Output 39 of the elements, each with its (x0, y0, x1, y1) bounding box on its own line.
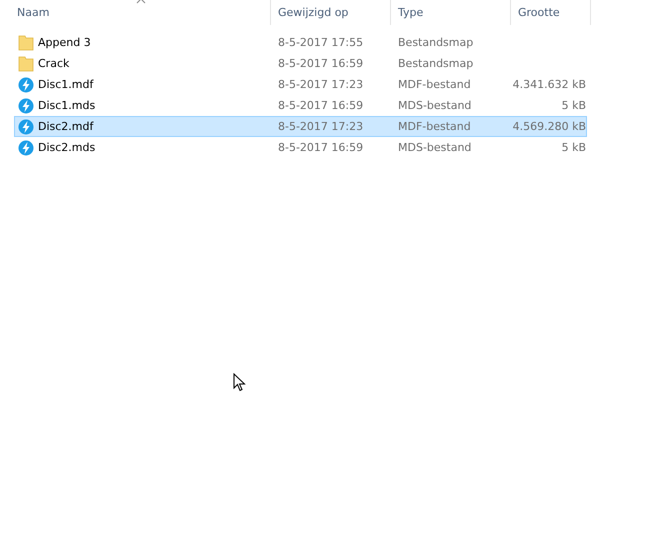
file-row[interactable]: Crack 8-5-2017 16:59 Bestandsmap (14, 53, 587, 74)
size-cell-text: 4.569.280 kB (512, 120, 587, 133)
file-name: Disc2.mdf (38, 120, 94, 133)
size-cell-text: 5 kB (560, 99, 587, 112)
file-name: Disc1.mdf (38, 78, 94, 91)
file-row[interactable]: Append 3 8-5-2017 17:55 Bestandsmap (14, 32, 587, 53)
file-name: Append 3 (38, 36, 91, 49)
size-cell-text: 4.341.632 kB (512, 78, 587, 91)
lightning-disc-icon (18, 118, 34, 134)
file-row[interactable]: Disc1.mds 8-5-2017 16:59 MDS-bestand 5 kB (14, 95, 587, 116)
folder-icon (18, 56, 34, 72)
file-row[interactable]: Disc1.mdf 8-5-2017 17:23 MDF-bestand 4.341.632 kB (14, 74, 587, 95)
file-name: Crack (38, 57, 70, 70)
lightning-disc-icon (18, 98, 34, 114)
folder-icon (18, 34, 34, 50)
file-row[interactable]: Disc2.mdf 8-5-2017 17:23 MDF-bestand 4.569.280 kB (14, 116, 587, 137)
type-cell-text: MDS-bestand (397, 99, 472, 112)
type-cell-text: MDF-bestand (397, 78, 472, 91)
lightning-disc-icon (18, 76, 34, 92)
type-cell-text: Bestandsmap (397, 57, 474, 70)
size-cell-text: 5 kB (560, 141, 587, 154)
lightning-disc-icon (18, 140, 34, 156)
modified-cell-text: 8-5-2017 16:59 (277, 99, 364, 112)
modified-cell-text: 8-5-2017 17:55 (277, 36, 364, 49)
type-cell-text: MDS-bestand (397, 141, 472, 154)
column-header[interactable]: Naam (10, 0, 56, 25)
modified-cell-text: 8-5-2017 17:23 (277, 120, 364, 133)
modified-cell-text: 8-5-2017 17:23 (277, 78, 364, 91)
file-name: Disc2.mds (38, 141, 96, 154)
column-header[interactable]: Gewijzigd op (271, 0, 354, 25)
modified-cell-text: 8-5-2017 16:59 (277, 57, 364, 70)
file-name: Disc1.mds (38, 99, 96, 112)
column-header[interactable]: Grootte (511, 0, 566, 25)
mouse-pointer-icon (233, 373, 246, 392)
type-cell-text: Bestandsmap (397, 36, 474, 49)
modified-cell-text: 8-5-2017 16:59 (277, 141, 364, 154)
file-row[interactable]: Disc2.mds 8-5-2017 16:59 MDS-bestand 5 kB (14, 137, 587, 158)
column-header[interactable]: Type (391, 0, 430, 25)
type-cell-text: MDF-bestand (397, 120, 472, 133)
